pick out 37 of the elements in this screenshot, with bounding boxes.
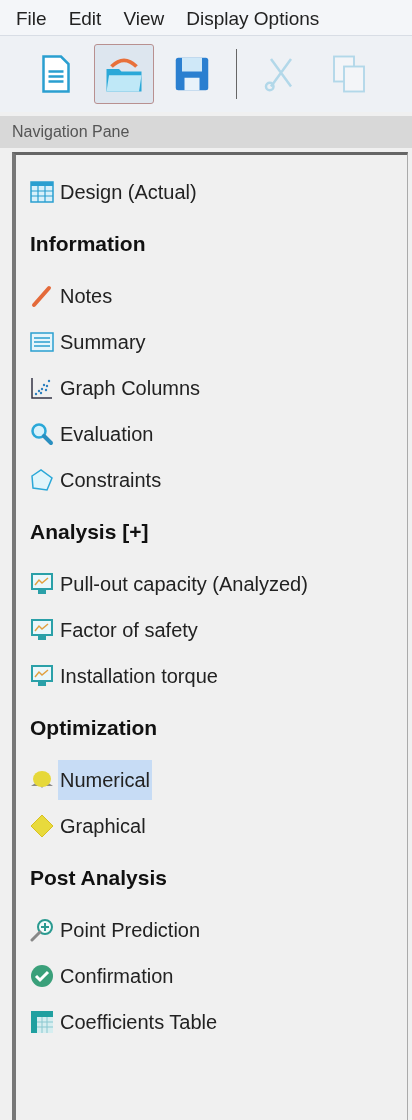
pencil-icon [30, 284, 54, 308]
pane-title: Navigation Pane [12, 122, 130, 142]
section-heading: Analysis [+] [30, 519, 150, 546]
scatter-plot-icon [30, 376, 54, 400]
nav-item[interactable]: Installation torque [58, 656, 220, 696]
check-circle-icon [30, 964, 54, 988]
nav-item[interactable]: Coefficients Table [58, 1002, 220, 1042]
nav-item[interactable]: Design (Actual) [58, 172, 199, 212]
monitor-chart-icon [30, 572, 54, 596]
nav-item[interactable]: Constraints [58, 460, 164, 500]
nav-item[interactable]: Graph Columns [58, 368, 203, 408]
zoom-in-icon [30, 918, 54, 942]
pentagon-icon [30, 468, 54, 492]
nav-item[interactable]: Pull-out capacity (Analyzed) [58, 564, 310, 604]
nav-item[interactable]: Summary [58, 322, 148, 362]
monitor-chart-icon [30, 618, 54, 642]
monitor-chart-icon [30, 664, 54, 688]
nav-item[interactable]: Point Prediction [58, 910, 203, 950]
section-heading: Optimization [30, 715, 159, 742]
nav-item[interactable]: Numerical [58, 760, 153, 800]
nav-item[interactable]: Graphical [58, 806, 148, 846]
grid-table-icon [30, 1010, 54, 1034]
section-heading: Information [30, 231, 147, 258]
menu-item[interactable]: File [16, 4, 47, 33]
magnifier-icon [30, 422, 54, 446]
toolbar-button[interactable] [94, 44, 154, 104]
section-heading: Post Analysis [30, 865, 168, 892]
nav-item[interactable]: Factor of safety [58, 610, 200, 650]
nav-item[interactable]: Confirmation [58, 956, 176, 996]
table-icon [30, 180, 54, 204]
menu-item[interactable]: Edit [68, 4, 102, 33]
nav-item[interactable]: Notes [58, 276, 115, 316]
diamond-icon [30, 814, 54, 838]
nav-item[interactable]: Evaluation [58, 414, 156, 454]
menu-item[interactable]: Display Options [186, 4, 320, 33]
menu-item[interactable]: View [123, 4, 165, 33]
list-icon [30, 330, 54, 354]
